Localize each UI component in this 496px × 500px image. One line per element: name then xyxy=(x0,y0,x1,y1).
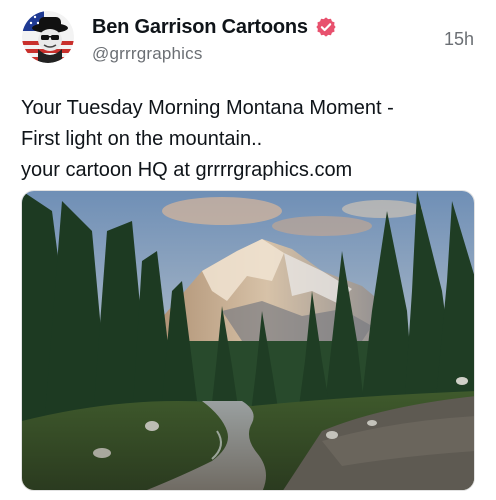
author-display-name[interactable]: Ben Garrison Cartoons xyxy=(92,16,308,39)
author-handle[interactable]: @grrrgraphics xyxy=(92,44,480,64)
post-text-line: First light on the mountain.. xyxy=(21,128,263,150)
author-avatar[interactable] xyxy=(22,11,74,63)
post-text-line: Your Tuesday Morning Montana Moment - xyxy=(21,97,394,119)
post-timestamp[interactable]: 15h xyxy=(444,29,474,50)
post-text-line[interactable]: your cartoon HQ at grrrrgraphics.com xyxy=(21,155,481,186)
post-header: Ben Garrison Cartoons @grrrgraphics xyxy=(92,14,480,66)
post-media-photo[interactable] xyxy=(21,190,475,491)
verified-badge-icon[interactable] xyxy=(315,16,337,38)
post-text: Your Tuesday Morning Montana Moment - Fi… xyxy=(21,93,481,186)
author-name-row: Ben Garrison Cartoons xyxy=(92,14,480,40)
